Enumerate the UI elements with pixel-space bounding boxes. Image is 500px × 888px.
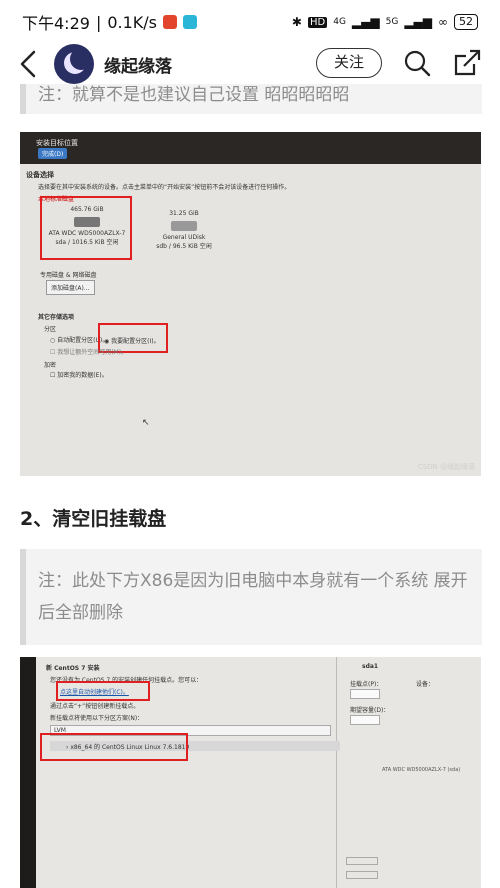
installer-screen: 设备选择 选择要在其中安装系统的设备。点击主菜单中的“开始安装”按钮前不会对该设… (20, 164, 481, 476)
back-arrow-icon[interactable] (14, 46, 44, 82)
installer-photo-1: 安装目标位置 完成(D) 设备选择 选择要在其中安装系统的设备。点击主菜单中的“… (20, 132, 481, 476)
app-notification-icon (163, 15, 177, 29)
signal-icon-2: ▂▄▆ (404, 15, 432, 29)
device-label: 设备： (416, 681, 435, 688)
usb-disk-icon (171, 221, 197, 231)
highlight-box-link (56, 681, 150, 701)
capacity-field (350, 715, 380, 725)
hd-icon: HD (307, 16, 328, 28)
extra-space-option: ☐ 我想让额外空间可用(M)。 (50, 349, 128, 356)
network-label-1: 4G (333, 17, 346, 27)
disk-sdb: 31.25 GiB General UDisk sdb / 96.5 KiB 空… (156, 210, 212, 250)
mount-point-field (350, 689, 380, 699)
new-install-title: 新 CentOS 7 安装 (46, 665, 100, 672)
author-avatar[interactable] (54, 44, 94, 84)
scheme-hint: 新挂载点将使用以下分区方案(N)： (50, 715, 144, 722)
bluetooth-icon: ✱ (291, 15, 302, 29)
status-speed: 0.1K/s (107, 12, 157, 32)
article-header: 缘起缘落 关注 (0, 44, 500, 84)
status-bar: 下午4:29 | 0.1K/s ✱ HD 4G ▂▄▆ 5G ▂▄▆ ∞ 52 (0, 0, 500, 44)
signal-icon: ▂▄▆ (351, 15, 380, 29)
network-label-2: 5G (385, 17, 399, 27)
mount-point-label: 挂载点(P)： (350, 681, 383, 688)
share-icon[interactable] (452, 48, 482, 78)
device-model: ATA WDC WD5000AZLX-7 (sda) (382, 767, 461, 773)
partition-screen: 新 CentOS 7 安装 您还没有为 CentOS 7 的安装创建任何挂载点。… (36, 657, 481, 888)
note-mid: 注：此处下方X86是因为旧电脑中本身就有一个系统 展开后全部删除 (20, 549, 482, 645)
special-disks-label: 专用磁盘 & 网络磁盘 (40, 272, 97, 279)
device-selection-title: 设备选择 (26, 171, 54, 179)
encryption-label: 加密 (44, 362, 57, 369)
section-heading: 2、清空旧挂载盘 (20, 508, 167, 530)
create-hint: 通过点击“+”按钮创建新挂载点。 (50, 703, 140, 710)
link-icon: ∞ (438, 15, 448, 29)
installer-photo-2: 新 CentOS 7 安装 您还没有为 CentOS 7 的安装创建任何挂载点。… (20, 657, 481, 888)
follow-button[interactable]: 关注 (316, 48, 382, 78)
mouse-cursor-icon: ↖ (142, 418, 150, 428)
partition-name: sda1 (362, 663, 379, 670)
other-options-label: 其它存储选项 (38, 314, 75, 321)
highlight-box-disk (40, 196, 132, 260)
csdn-watermark: CSDN @缘起缘落 (417, 463, 475, 471)
app-notification-icon-2 (183, 15, 197, 29)
instructions: 选择要在其中安装系统的设备。点击主菜单中的“开始安装”按钮前不会对该设备进行任何… (38, 184, 291, 191)
installer-titlebar: 安装目标位置 完成(D) (20, 132, 481, 164)
done-button: 完成(D) (38, 148, 68, 159)
status-time: 下午4:29 (22, 14, 90, 33)
search-icon[interactable] (402, 48, 432, 78)
note-top: 注：就算不是也建议自己设置 昭昭昭昭昭 (20, 84, 482, 114)
desired-capacity-label: 期望容量(D)： (350, 707, 390, 714)
author-name[interactable]: 缘起缘落 (104, 52, 172, 77)
window-title: 安装目标位置 (36, 139, 78, 147)
add-disk-button: 添加磁盘(A)... (46, 280, 95, 295)
partition-label: 分区 (44, 326, 57, 333)
encrypt-data-option: ☐ 加密我的数据(E)。 (50, 372, 108, 379)
highlight-box-system (40, 733, 188, 761)
battery-icon: 52 (454, 14, 478, 30)
